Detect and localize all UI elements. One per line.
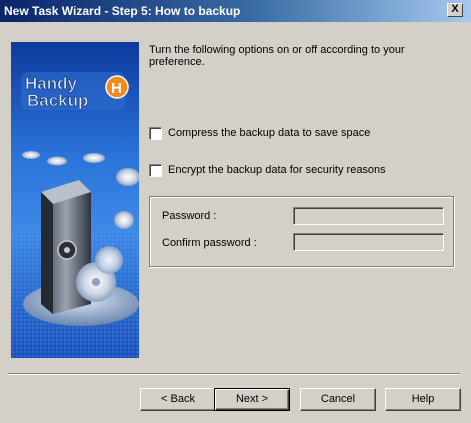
encrypt-option[interactable]: Encrypt the backup data for security rea… [149,163,386,177]
next-button[interactable]: Next > [214,388,290,411]
compress-checkbox[interactable] [149,126,162,140]
close-icon: X [451,3,459,15]
wizard-banner: Handy Backup H [11,42,139,358]
confirm-password-label: Confirm password : [162,237,257,249]
button-separator [8,373,460,375]
encrypt-checkbox[interactable] [149,163,162,177]
close-button[interactable]: X [447,3,463,17]
confirm-password-field[interactable] [293,233,444,251]
compress-option[interactable]: Compress the backup data to save space [149,126,370,140]
password-label: Password : [162,210,217,222]
logo-backup: Backup [27,91,88,110]
encrypt-label: Encrypt the backup data for security rea… [168,164,386,176]
intro-text: Turn the following options on or off acc… [149,44,405,68]
banner-illustration: Handy Backup H [11,72,139,358]
help-button[interactable]: Help [385,388,461,411]
safe-illustration [41,180,123,314]
password-group: Password : Confirm password : [149,196,454,267]
cancel-button[interactable]: Cancel [300,388,376,411]
back-button[interactable]: < Back [140,388,216,411]
logo-badge-letter: H [111,80,122,97]
window-title: New Task Wizard - Step 5: How to backup [4,4,241,18]
handy-backup-logo: Handy Backup H [21,72,129,110]
password-field[interactable] [293,207,444,225]
window-titlebar: New Task Wizard - Step 5: How to backup … [0,0,471,22]
compress-label: Compress the backup data to save space [168,127,371,139]
